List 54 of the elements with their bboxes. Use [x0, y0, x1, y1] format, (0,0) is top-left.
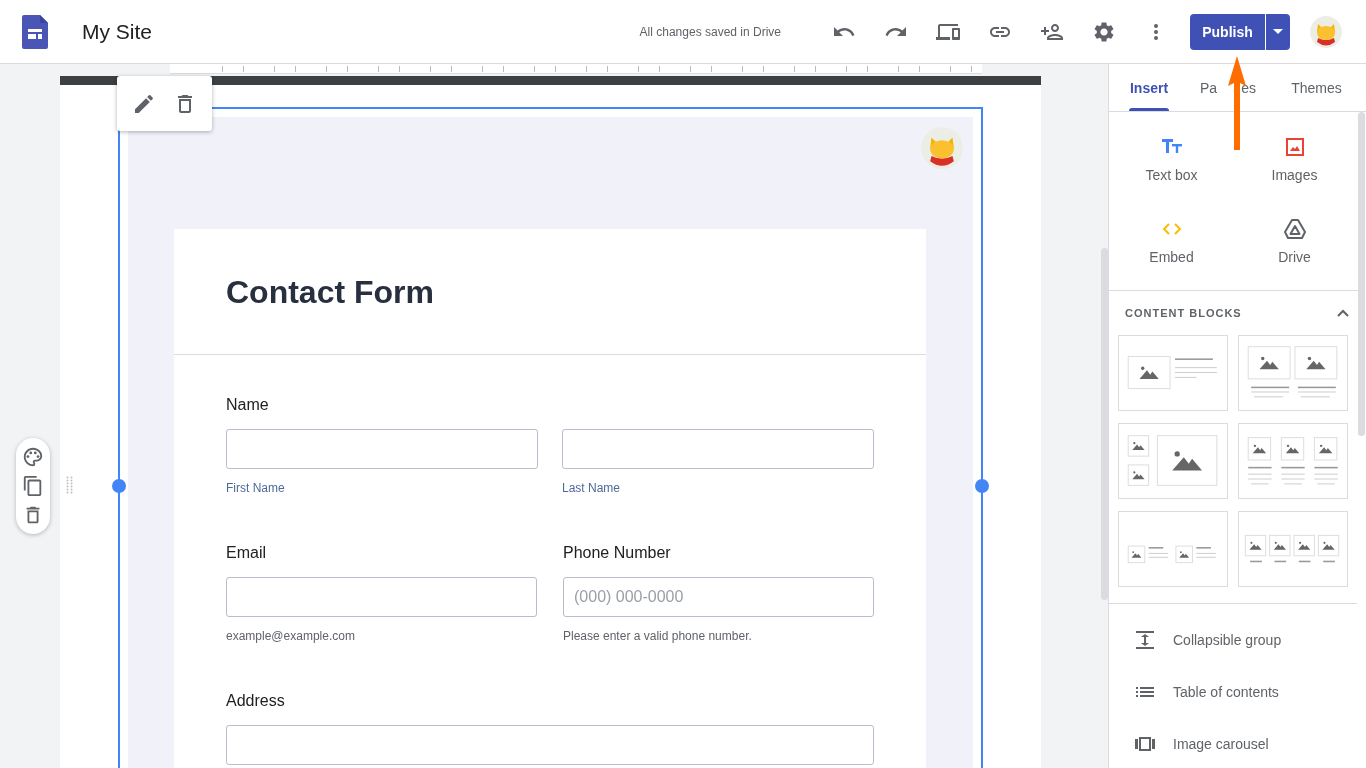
more-icon	[1154, 23, 1158, 40]
site-title[interactable]: My Site	[82, 19, 152, 44]
input-field[interactable]	[226, 429, 538, 469]
field-label: Name	[226, 395, 270, 415]
insert-item[interactable]: Embed	[1110, 206, 1233, 288]
component-item[interactable]: Table of contents	[1109, 666, 1349, 718]
copy-icon	[22, 475, 44, 497]
input-field[interactable]	[226, 577, 537, 617]
layout-thumbnail[interactable]	[1118, 335, 1228, 411]
helper-text: example@example.com	[226, 629, 356, 643]
layout-thumbnail[interactable]	[1238, 335, 1348, 411]
layout-thumbnail[interactable]	[1118, 511, 1228, 587]
expand-height-icon	[1135, 630, 1155, 650]
scrollbar[interactable]	[1101, 248, 1108, 600]
panel-tab[interactable]: Themes	[1267, 64, 1366, 111]
duplicate-button[interactable]	[22, 475, 44, 497]
helper-text: Please enter a valid phone number.	[563, 629, 753, 643]
field-label: Email	[226, 543, 267, 563]
drag-handle-icon[interactable]	[66, 476, 73, 494]
chevron-icon	[1337, 309, 1349, 317]
layout-thumbnail[interactable]	[1238, 511, 1348, 587]
carousel-icon	[1135, 734, 1155, 754]
component-item[interactable]: Image carousel	[1109, 718, 1349, 768]
field-label: Phone Number	[563, 543, 672, 563]
input-field[interactable]	[226, 725, 874, 765]
input-sublabel: Last Name	[562, 481, 622, 495]
avatar[interactable]	[921, 127, 963, 169]
insert-item[interactable]: Drive	[1233, 206, 1356, 288]
palette-icon	[22, 445, 44, 468]
component-item[interactable]: Collapsible group	[1109, 614, 1349, 666]
insert-item[interactable]: Text box	[1110, 124, 1233, 206]
layout-thumbnail[interactable]	[1118, 423, 1228, 499]
insert-item[interactable]: Images	[1233, 124, 1356, 206]
selected-section[interactable]: Contact Form Name First Name Last Name Email example@example.com Phone Number (000) 000-0000 Please enter a valid phone number. Address	[118, 107, 983, 768]
panel-tab[interactable]: Insert	[1109, 64, 1189, 111]
caret-icon	[1273, 29, 1283, 34]
scrollbar[interactable]	[1358, 112, 1365, 436]
avatar[interactable]	[1310, 15, 1342, 48]
input-field[interactable]	[562, 429, 874, 469]
field-label: Address	[226, 691, 286, 711]
form-title: Contact Form	[226, 273, 435, 312]
settings-icon	[1092, 19, 1116, 44]
sites-logo[interactable]	[22, 14, 48, 49]
drive-icon	[1282, 217, 1307, 241]
publish-button[interactable]: Publish	[1190, 13, 1265, 50]
panel-tab[interactable]: Pa es	[1189, 64, 1267, 111]
theme-button[interactable]	[22, 445, 44, 468]
publish-options-button[interactable]	[1265, 13, 1290, 50]
section-heading: CONTENT BLOCKS	[1125, 307, 1242, 319]
input-field[interactable]: (000) 000-0000	[563, 577, 874, 617]
save-status: All changes saved in Drive	[639, 24, 781, 39]
input-sublabel: First Name	[226, 481, 286, 495]
collapse-button[interactable]	[1337, 309, 1349, 317]
layout-thumbnail[interactable]	[1238, 423, 1348, 499]
